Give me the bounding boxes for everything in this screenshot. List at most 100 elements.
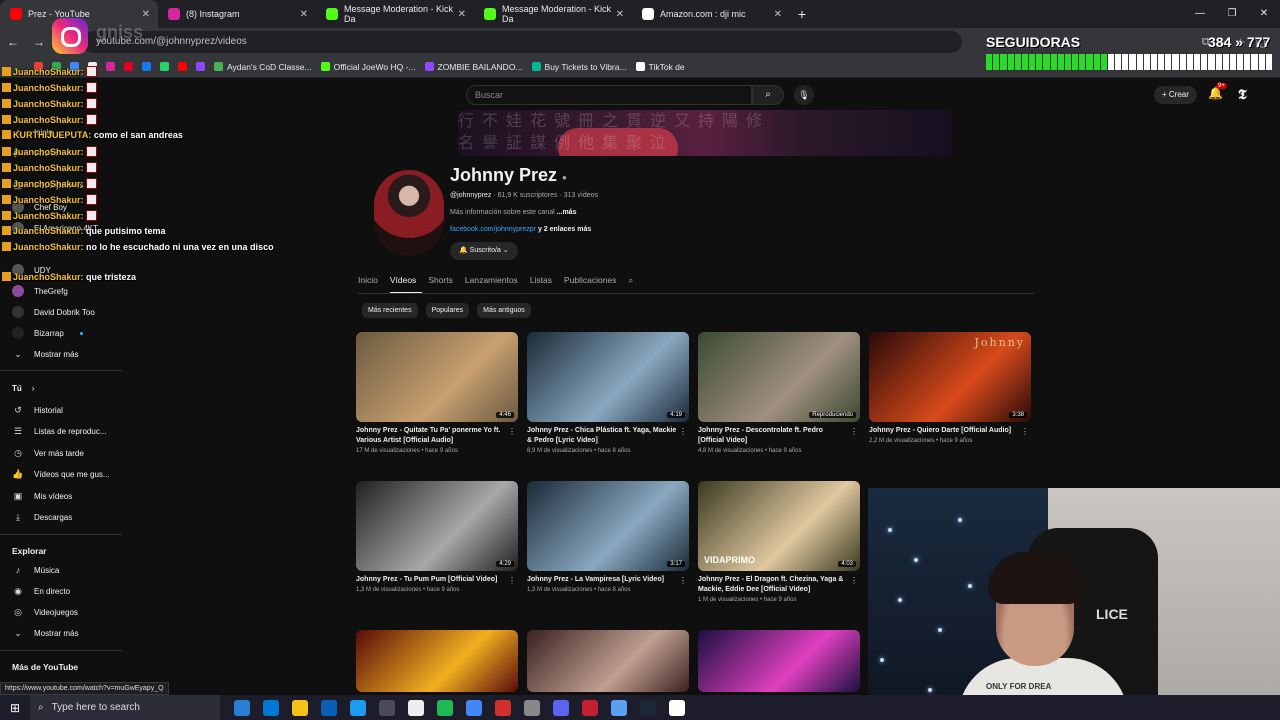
sidebar-item-my-videos[interactable]: ▣ Mis vídeos xyxy=(0,486,122,506)
video-title[interactable]: Johnny Prez - Tu Pum Pum [Official Video… xyxy=(356,575,506,585)
video-thumbnail[interactable]: 4:46 xyxy=(356,332,518,422)
forward-icon[interactable]: → xyxy=(26,35,52,49)
taskbar-app-icon[interactable] xyxy=(292,699,308,716)
browser-tab-instagram[interactable]: (8) Instagram ✕ xyxy=(158,0,316,28)
taskbar-app-icon[interactable] xyxy=(408,699,424,716)
sidebar-item-music[interactable]: ♪ Música xyxy=(0,560,122,580)
channel-avatar[interactable] xyxy=(374,170,444,256)
close-window-icon[interactable]: ✕ xyxy=(1248,0,1280,28)
taskbar-app-icon[interactable] xyxy=(350,699,366,716)
url-field[interactable]: youtube.com/@johnnyprez/videos xyxy=(82,31,962,53)
video-card[interactable]: 4:19 Johnny Prez - Chica Plástica ft. Yag… xyxy=(527,332,689,454)
close-tab-icon[interactable]: ✕ xyxy=(774,9,782,20)
chip-popular[interactable]: Populares xyxy=(425,303,470,318)
back-icon[interactable]: ← xyxy=(0,35,26,49)
taskbar-search[interactable]: ⌕ Type here to search xyxy=(30,695,220,720)
taskbar-app-icon[interactable] xyxy=(669,699,685,716)
video-card[interactable]: Johnny 3:38 Johnny Prez - Quiero Darte [Of… xyxy=(869,332,1031,444)
taskbar-app-icon[interactable] xyxy=(524,699,540,716)
video-thumbnail[interactable]: VIDAPRIMO 4:03 xyxy=(698,481,860,571)
maximize-icon[interactable]: ❐ xyxy=(1216,0,1248,28)
taskbar-app-icon[interactable] xyxy=(263,699,279,716)
more-options-icon[interactable]: ⋮ xyxy=(1021,427,1029,436)
video-card[interactable]: 4:46 Johnny Prez - Quitate Tu Pa' ponerme… xyxy=(356,332,518,454)
taskbar-app-icon[interactable] xyxy=(640,699,656,716)
bookmark-joewo[interactable]: Official JoeWo HQ -... xyxy=(320,62,416,72)
sidebar-channel[interactable]: David Dobrik Too xyxy=(0,302,122,322)
more-options-icon[interactable]: ⋮ xyxy=(850,427,858,436)
browser-tab-amazon[interactable]: Amazon.com : dji mic ✕ xyxy=(632,0,790,28)
sidebar-item-gaming[interactable]: ◎ Videojuegos xyxy=(0,602,122,622)
sidebar-item-watch-later[interactable]: ◷ Ver más tarde xyxy=(0,443,122,463)
tab-home[interactable]: Inicio xyxy=(358,272,384,294)
video-thumbnail[interactable]: Reproduciendo xyxy=(698,332,860,422)
video-card[interactable] xyxy=(356,630,518,692)
video-card[interactable]: 4:29 Johnny Prez - Tu Pum Pum [Official V… xyxy=(356,481,518,593)
close-tab-icon[interactable]: ✕ xyxy=(142,9,150,20)
video-thumbnail[interactable] xyxy=(356,630,518,692)
more-options-icon[interactable]: ⋮ xyxy=(679,427,687,436)
sidebar-channel[interactable]: TheGrefg xyxy=(0,281,122,301)
bookmark-tiktok[interactable]: TikTok de xyxy=(635,62,685,72)
bookmark-twitch[interactable] xyxy=(196,62,205,71)
browser-tab-kick-1[interactable]: Message Moderation - Kick Da ✕ xyxy=(316,0,474,28)
external-link[interactable]: facebook.com/johnnyprezpr xyxy=(450,226,536,233)
video-title[interactable]: Johnny Prez - Chica Plástica ft. Yaga, M… xyxy=(527,426,677,446)
video-title[interactable]: Johnny Prez - El Dragon ft. Chezina, Yag… xyxy=(698,575,848,595)
bookmark-facebook[interactable] xyxy=(142,62,151,71)
more-options-icon[interactable]: ⋮ xyxy=(508,576,516,585)
video-thumbnail[interactable]: 3:17 xyxy=(527,481,689,571)
tab-playlists[interactable]: Listas xyxy=(530,272,558,294)
video-card[interactable]: VIDAPRIMO 4:03 Johnny Prez - El Dragon ft.… xyxy=(698,481,860,603)
voice-search-button[interactable]: 🎙 xyxy=(794,85,814,105)
video-card[interactable] xyxy=(698,630,860,692)
taskbar-app-icon[interactable] xyxy=(495,699,511,716)
taskbar-app-icon[interactable] xyxy=(466,699,482,716)
chip-oldest[interactable]: Más antiguos xyxy=(477,303,531,318)
taskbar-app-icon[interactable] xyxy=(437,699,453,716)
browser-tab-kick-2[interactable]: Message Moderation - Kick Da ✕ xyxy=(474,0,632,28)
video-title[interactable]: Johnny Prez - La Vampiresa [Lyric Video] xyxy=(527,575,677,585)
bookmark-tickets[interactable]: Buy Tickets to Vibra... xyxy=(531,62,627,72)
taskbar-app-icon[interactable] xyxy=(582,699,598,716)
notifications-button[interactable]: 🔔 9+ xyxy=(1208,83,1227,100)
search-input[interactable]: Buscar xyxy=(466,85,752,105)
taskbar-app-icon[interactable] xyxy=(553,699,569,716)
channel-search-icon[interactable]: ⌕ xyxy=(628,272,639,294)
bookmark-whatsapp[interactable] xyxy=(160,62,169,71)
video-card[interactable]: 3:17 Johnny Prez - La Vampiresa [Lyric Vi… xyxy=(527,481,689,593)
sidebar-item-live[interactable]: ◉ En directo xyxy=(0,581,122,601)
minimize-icon[interactable]: — xyxy=(1184,0,1216,28)
sidebar-show-more[interactable]: ⌄ Mostrar más xyxy=(0,344,122,364)
channel-description[interactable]: Más información sobre este canal ...más xyxy=(450,209,576,216)
taskbar-app-icon[interactable] xyxy=(379,699,395,716)
video-thumbnail[interactable]: 4:19 xyxy=(527,332,689,422)
windows-start-icon[interactable]: ⊞ xyxy=(0,701,30,715)
new-tab-button[interactable]: + xyxy=(790,6,814,22)
more-options-icon[interactable]: ⋮ xyxy=(508,427,516,436)
sidebar-item-playlists[interactable]: ☰ Listas de reproduc... xyxy=(0,421,122,441)
video-card[interactable]: Reproduciendo Johnny Prez - Descontrolate… xyxy=(698,332,860,454)
video-card[interactable] xyxy=(527,630,689,692)
sidebar-you-header[interactable]: Tú › xyxy=(0,378,122,398)
more-options-icon[interactable]: ⋮ xyxy=(850,576,858,585)
search-button[interactable]: ⌕ xyxy=(752,85,784,105)
bookmark-youtube[interactable] xyxy=(178,62,187,71)
bookmark-pinterest[interactable] xyxy=(124,62,133,71)
account-avatar[interactable]: 𝕿 xyxy=(1238,86,1254,102)
chip-latest[interactable]: Más recientes xyxy=(362,303,418,318)
more-links[interactable]: y 2 enlaces más xyxy=(538,226,591,233)
channel-links[interactable]: facebook.com/johnnyprezpr y 2 enlaces má… xyxy=(450,226,591,233)
subscribed-button[interactable]: 🔔 Suscrito/a ⌄ xyxy=(450,242,518,260)
tab-videos[interactable]: Vídeos xyxy=(389,272,423,294)
taskbar-app-icon[interactable] xyxy=(234,699,250,716)
taskbar-app-icon[interactable] xyxy=(611,699,627,716)
tab-releases[interactable]: Lanzamientos xyxy=(465,272,524,294)
video-thumbnail[interactable]: 4:29 xyxy=(356,481,518,571)
video-title[interactable]: Johnny Prez - Quitate Tu Pa' ponerme Yo … xyxy=(356,426,506,446)
video-thumbnail[interactable] xyxy=(698,630,860,692)
more-options-icon[interactable]: ⋮ xyxy=(679,576,687,585)
video-thumbnail[interactable]: Johnny 3:38 xyxy=(869,332,1031,422)
sidebar-explore-more[interactable]: ⌄ Mostrar más xyxy=(0,623,122,643)
tab-posts[interactable]: Publicaciones xyxy=(564,272,622,294)
